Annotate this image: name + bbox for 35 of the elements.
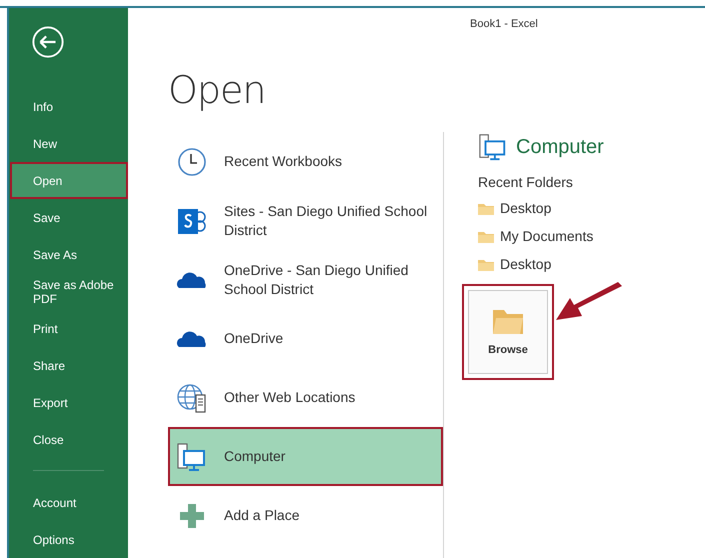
place-item[interactable]: OneDrive xyxy=(168,309,443,368)
computer-icon xyxy=(176,440,208,472)
folder-icon xyxy=(478,258,494,270)
sidebar-item[interactable]: Export xyxy=(9,384,128,422)
place-item[interactable]: Recent Workbooks xyxy=(168,132,443,191)
place-item[interactable]: Computer xyxy=(168,427,443,486)
folder-item[interactable]: Desktop xyxy=(478,250,552,278)
folder-icon xyxy=(493,308,523,334)
place-item[interactable]: OneDrive - San Diego Unified School District xyxy=(168,250,443,309)
sidebar-item[interactable]: Options xyxy=(9,521,128,558)
page-title: Open xyxy=(168,68,266,112)
place-item[interactable]: Add a Place xyxy=(168,486,443,545)
clock-icon xyxy=(176,146,208,178)
folder-item[interactable]: Desktop xyxy=(478,194,552,222)
recent-folders-label: Recent Folders xyxy=(478,174,573,190)
folder-item[interactable]: My Documents xyxy=(478,222,594,250)
sidebar-item[interactable]: Close xyxy=(9,421,128,458)
sidebar-item[interactable]: Open xyxy=(10,162,128,200)
globe-server-icon xyxy=(176,382,208,414)
window-title: Book1 - Excel xyxy=(470,18,538,30)
sidebar-item[interactable]: Save As xyxy=(9,236,128,274)
sidebar-item[interactable]: Save as Adobe PDF xyxy=(9,273,128,310)
sidebar-item[interactable]: New xyxy=(9,125,128,162)
folder-icon xyxy=(478,202,494,214)
browse-button[interactable]: Browse xyxy=(468,290,548,374)
sidebar-item[interactable]: Account xyxy=(9,484,128,521)
folder-icon xyxy=(478,230,494,242)
place-item[interactable]: Sites - San Diego Unified School District xyxy=(168,191,443,250)
sidebar-item[interactable]: Save xyxy=(9,199,128,236)
sidebar-item[interactable]: Info xyxy=(9,88,128,126)
computer-icon xyxy=(478,132,508,162)
place-item[interactable]: Other Web Locations xyxy=(168,368,443,427)
sidebar-item[interactable]: Share xyxy=(9,347,128,384)
section-heading: Computer xyxy=(516,136,604,158)
sidebar-item[interactable]: Print xyxy=(9,310,128,348)
